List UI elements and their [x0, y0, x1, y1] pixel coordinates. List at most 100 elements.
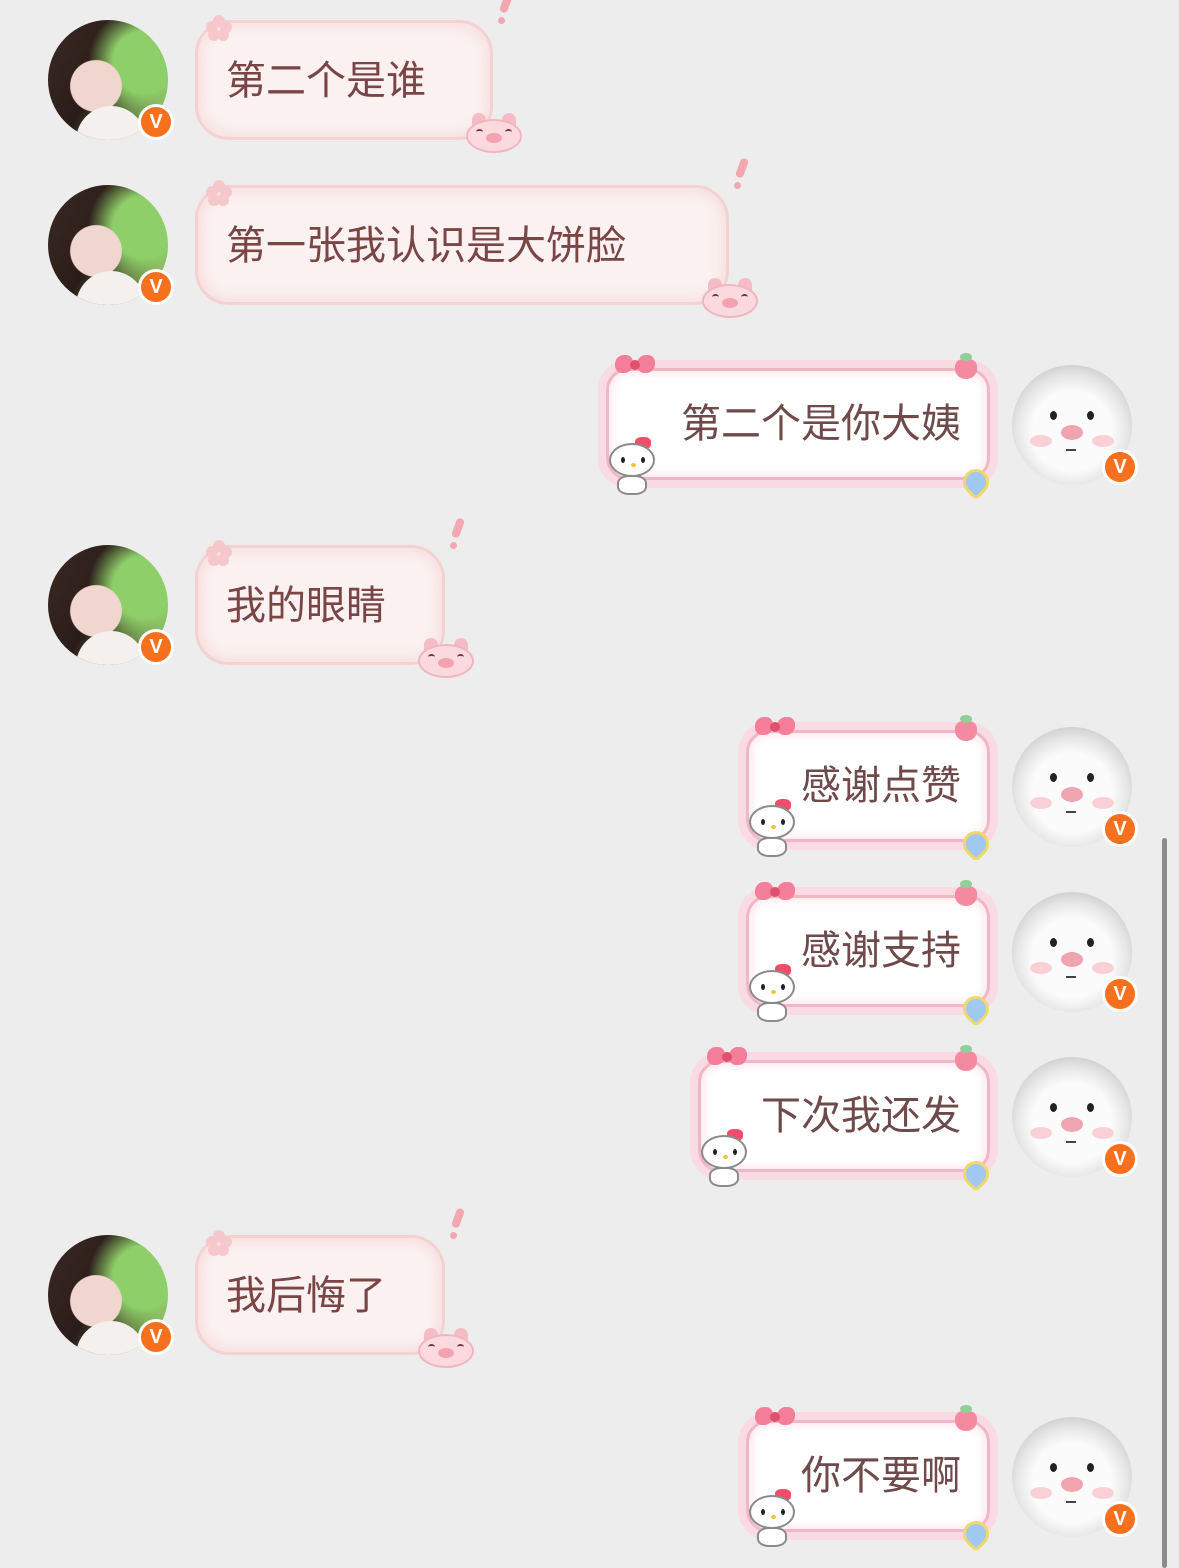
mouth [1066, 1501, 1076, 1503]
message-text: 你不要啊 [801, 1453, 961, 1499]
blush [1030, 1127, 1052, 1139]
avatar[interactable]: V [48, 185, 174, 305]
hello-kitty-icon [745, 795, 801, 857]
avatar[interactable]: V [1012, 1057, 1138, 1177]
hello-kitty-icon [697, 1125, 753, 1187]
message-bubble[interactable]: 第一张我认识是大饼脸 [195, 157, 758, 318]
message-row: V 第二个是你大姨 [0, 353, 1179, 501]
strawberry-icon [955, 1045, 977, 1071]
blush [1030, 797, 1052, 809]
mouth [1066, 811, 1076, 813]
message-text: 我的眼睛 [226, 583, 386, 629]
exclamation-icon [498, 0, 514, 25]
message-text: 下次我还发 [761, 1093, 961, 1139]
avatar[interactable]: V [1012, 892, 1138, 1012]
pig-icon [702, 278, 758, 318]
eye [1087, 938, 1094, 947]
flower-icon [206, 1230, 232, 1256]
blush [1092, 1487, 1114, 1499]
message-text: 我后悔了 [226, 1273, 386, 1319]
verified-badge-icon: V [138, 1319, 174, 1355]
heart-icon [957, 1155, 995, 1193]
message-bubble[interactable]: 我的眼睛 [195, 517, 474, 678]
verified-badge-icon: V [1102, 976, 1138, 1012]
avatar[interactable]: V [48, 20, 174, 140]
eye [1087, 1463, 1094, 1472]
message-bubble[interactable]: 感谢支持 [746, 880, 995, 1028]
verified-badge-icon: V [1102, 811, 1138, 847]
message-row: V 感谢点赞 [0, 715, 1179, 863]
avatar[interactable]: V [48, 1235, 174, 1355]
message-text: 第二个是你大姨 [681, 401, 961, 447]
blush [1030, 962, 1052, 974]
verified-badge-icon: V [138, 629, 174, 665]
message-bubble[interactable]: 我后悔了 [195, 1207, 474, 1368]
mouth [1066, 976, 1076, 978]
eye [1050, 938, 1057, 947]
bow-icon [755, 1403, 795, 1429]
message-row: V 第二个是谁 [0, 0, 1179, 153]
exclamation-icon [450, 517, 466, 550]
eye [1087, 1103, 1094, 1112]
verified-badge-icon: V [138, 104, 174, 140]
heart-icon [957, 1515, 995, 1553]
heart-icon [957, 990, 995, 1028]
bow-icon [615, 351, 655, 377]
message-text: 感谢支持 [801, 928, 961, 974]
hello-kitty-icon [605, 433, 661, 495]
hello-kitty-icon [745, 1485, 801, 1547]
nose [1061, 952, 1083, 967]
nose [1061, 425, 1083, 440]
verified-badge-icon: V [138, 269, 174, 305]
message-bubble[interactable]: 第二个是谁 [195, 0, 522, 153]
nose [1061, 1117, 1083, 1132]
message-bubble[interactable]: 你不要啊 [746, 1405, 995, 1553]
bow-icon [755, 878, 795, 904]
hello-kitty-icon [745, 960, 801, 1022]
blush [1092, 797, 1114, 809]
eye [1050, 1103, 1057, 1112]
blush [1030, 435, 1052, 447]
pig-icon [418, 638, 474, 678]
pig-icon [466, 113, 522, 153]
flower-icon [206, 15, 232, 41]
pig-icon [418, 1328, 474, 1368]
verified-badge-icon: V [1102, 1141, 1138, 1177]
verified-badge-icon: V [1102, 449, 1138, 485]
message-bubble[interactable]: 感谢点赞 [746, 715, 995, 863]
heart-icon [957, 463, 995, 501]
mouth [1066, 1141, 1076, 1143]
message-row: V 感谢支持 [0, 880, 1179, 1028]
message-row: V 第一张我认识是大饼脸 [0, 157, 1179, 318]
bow-icon [707, 1043, 747, 1069]
message-row: V 我后悔了 [0, 1207, 1179, 1368]
message-text: 感谢点赞 [801, 763, 961, 809]
blush [1092, 435, 1114, 447]
message-row: V 我的眼睛 [0, 517, 1179, 678]
message-bubble[interactable]: 第二个是你大姨 [606, 353, 995, 501]
eye [1050, 411, 1057, 420]
flower-icon [206, 540, 232, 566]
verified-badge-icon: V [1102, 1501, 1138, 1537]
avatar[interactable]: V [1012, 1417, 1138, 1537]
flower-icon [206, 180, 232, 206]
eye [1050, 1463, 1057, 1472]
strawberry-icon [955, 353, 977, 379]
message-row: V 下次我还发 [0, 1045, 1179, 1193]
message-row: V 你不要啊 [0, 1405, 1179, 1553]
nose [1061, 787, 1083, 802]
avatar[interactable]: V [48, 545, 174, 665]
scrollbar[interactable] [1162, 838, 1167, 1568]
blush [1092, 962, 1114, 974]
eye [1087, 411, 1094, 420]
heart-icon [957, 825, 995, 863]
message-text: 第一张我认识是大饼脸 [226, 223, 626, 269]
message-bubble[interactable]: 下次我还发 [698, 1045, 995, 1193]
eye [1087, 773, 1094, 782]
blush [1030, 1487, 1052, 1499]
strawberry-icon [955, 715, 977, 741]
blush [1092, 1127, 1114, 1139]
avatar[interactable]: V [1012, 365, 1138, 485]
avatar[interactable]: V [1012, 727, 1138, 847]
exclamation-icon [450, 1207, 466, 1240]
